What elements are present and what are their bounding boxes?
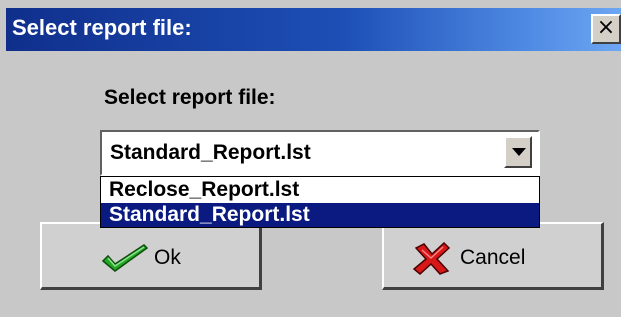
cancel-button[interactable]: Cancel <box>382 222 604 290</box>
report-file-combobox[interactable]: Standard_Report.lst <box>100 130 540 176</box>
select-report-label: Select report file: <box>104 86 276 109</box>
dropdown-option-selected[interactable]: Standard_Report.lst <box>101 203 539 227</box>
checkmark-icon <box>101 244 149 272</box>
ok-button-label: Ok <box>154 246 181 269</box>
combo-selected-value: Standard_Report.lst <box>110 141 311 164</box>
dropdown-arrow-button[interactable] <box>504 136 532 168</box>
report-file-dropdown-list: Reclose_Report.lst Standard_Report.lst <box>100 176 540 228</box>
dropdown-option[interactable]: Reclose_Report.lst <box>101 178 539 202</box>
window-title: Select report file: <box>12 15 192 40</box>
select-report-dialog: Select report file: × Select report file… <box>0 0 621 317</box>
close-button[interactable]: × <box>591 14 621 44</box>
title-bar[interactable]: Select report file: × <box>6 8 621 51</box>
ok-button[interactable]: Ok <box>40 222 262 290</box>
cancel-button-label: Cancel <box>460 246 526 269</box>
red-x-icon <box>412 242 451 275</box>
close-icon: × <box>596 15 616 40</box>
